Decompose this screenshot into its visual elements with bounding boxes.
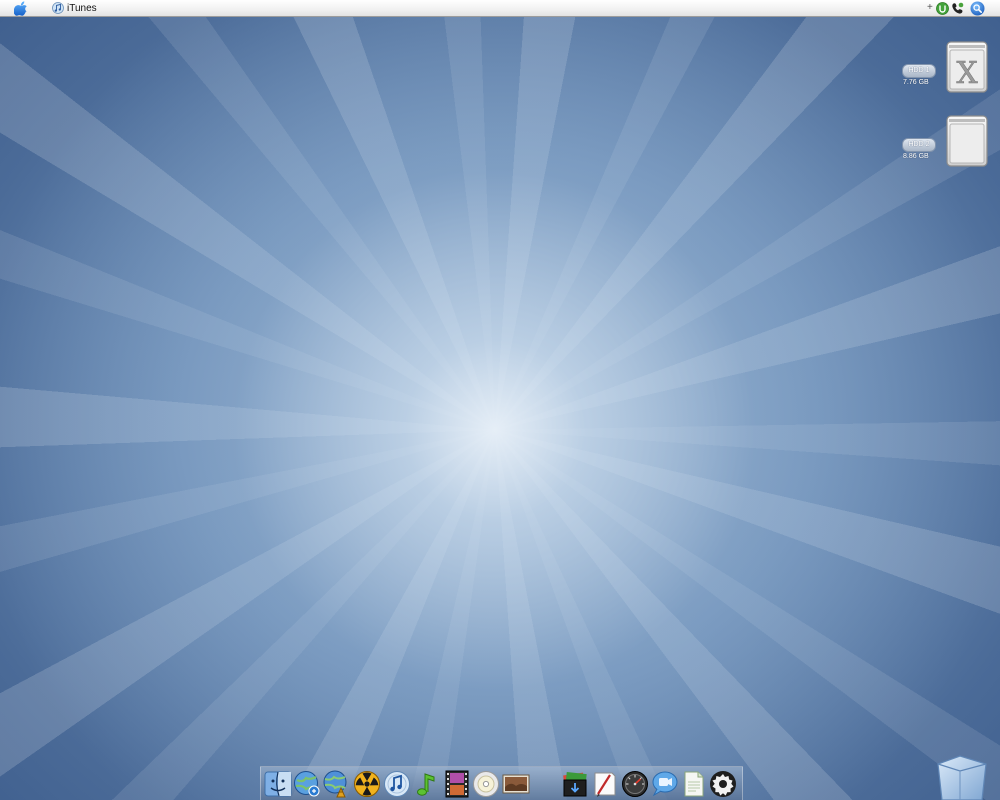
photo-icon[interactable] xyxy=(502,770,530,798)
apple-logo-icon[interactable] xyxy=(14,1,28,16)
safari-icon[interactable] xyxy=(293,770,321,798)
drive-size: 7.76 GB xyxy=(903,79,929,86)
dvd-player-icon[interactable] xyxy=(472,770,500,798)
menu-bar: iTunes + xyxy=(0,0,1000,17)
drive-label[interactable]: HDD 1 xyxy=(902,64,936,78)
burn-icon[interactable] xyxy=(353,770,381,798)
drive-size: 8.86 GB xyxy=(903,153,929,160)
skype-icon[interactable] xyxy=(951,2,964,15)
document-icon[interactable] xyxy=(680,770,708,798)
hard-drive-icon[interactable] xyxy=(946,115,988,167)
trash-icon[interactable] xyxy=(934,752,990,800)
tray-expand-icon[interactable]: + xyxy=(927,1,933,15)
music-note-icon[interactable] xyxy=(413,770,441,798)
itunes-icon[interactable] xyxy=(52,2,64,14)
movie-film-icon[interactable] xyxy=(443,770,471,798)
ichat-icon[interactable] xyxy=(651,770,679,798)
active-app-title[interactable]: iTunes xyxy=(67,2,97,15)
spotlight-search-icon[interactable] xyxy=(970,1,985,16)
drive-label[interactable]: HDD 2 xyxy=(902,138,936,152)
system-preferences-icon[interactable] xyxy=(709,770,737,798)
utorrent-icon[interactable] xyxy=(936,2,949,15)
drive-hdd1[interactable]: HDD 1 7.76 GB X xyxy=(900,40,995,96)
desktop[interactable]: iTunes + HDD 1 7.76 GB X HDD 2 8.86 GB xyxy=(0,0,1000,800)
svg-text:X: X xyxy=(956,56,978,91)
dashboard-icon[interactable] xyxy=(621,770,649,798)
downloads-stack-icon[interactable] xyxy=(561,770,589,798)
network-globe-icon[interactable] xyxy=(322,770,350,798)
text-editor-icon[interactable] xyxy=(591,770,619,798)
itunes-icon[interactable] xyxy=(383,770,411,798)
drive-hdd2[interactable]: HDD 2 8.86 GB xyxy=(900,114,995,170)
finder-icon[interactable] xyxy=(264,770,292,798)
mac-os-x-drive-icon[interactable]: X xyxy=(946,41,988,93)
dock xyxy=(260,766,743,800)
